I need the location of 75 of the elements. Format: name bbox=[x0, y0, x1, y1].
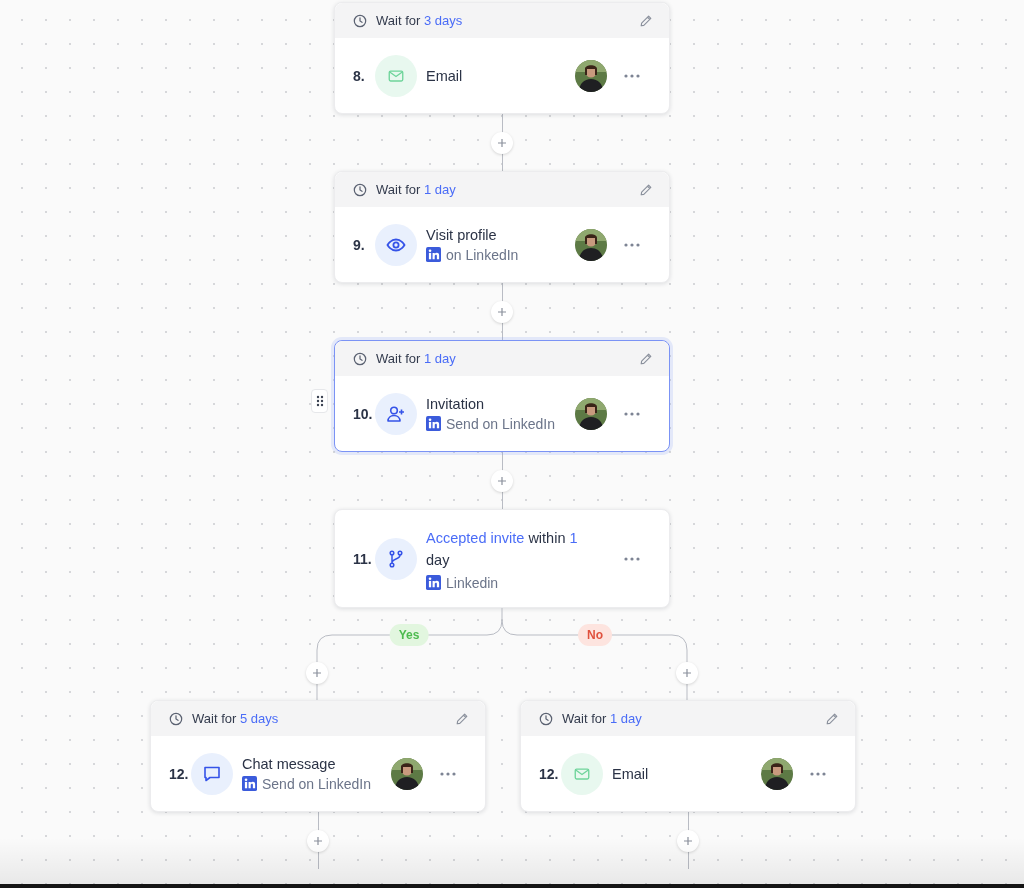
more-icon bbox=[624, 411, 640, 416]
add-step-button[interactable] bbox=[307, 829, 329, 852]
add-step-button[interactable] bbox=[491, 131, 513, 154]
step-title: Accepted invite within 1 day bbox=[426, 528, 579, 570]
linkedin-icon bbox=[426, 247, 441, 262]
wait-text: Wait for 1 day bbox=[562, 711, 643, 726]
avatar bbox=[575, 397, 607, 430]
more-icon bbox=[624, 73, 640, 78]
more-icon bbox=[810, 771, 826, 776]
step-number: 12. bbox=[539, 765, 559, 782]
plus-icon bbox=[313, 835, 323, 846]
clock-icon bbox=[353, 182, 367, 197]
add-step-button[interactable] bbox=[677, 829, 699, 852]
step-card[interactable]: Wait for 1 day 9. Visit profile on LinkedIn bbox=[334, 171, 670, 283]
plus-icon bbox=[683, 835, 693, 846]
step-title: Chat message bbox=[242, 755, 337, 772]
step-number: 8. bbox=[353, 67, 366, 84]
branch-label: No bbox=[578, 624, 612, 646]
more-icon bbox=[624, 556, 640, 561]
step-number: 9. bbox=[353, 236, 366, 253]
edit-button[interactable] bbox=[825, 711, 839, 726]
step-title: Email bbox=[612, 765, 650, 782]
clock-icon bbox=[353, 13, 367, 28]
step-card[interactable]: Wait for 1 day 12. Email bbox=[520, 700, 856, 812]
step-subtitle: Linkedin bbox=[446, 574, 499, 591]
linkedin-icon bbox=[426, 575, 441, 590]
pencil-icon bbox=[639, 13, 653, 28]
plus-icon bbox=[312, 668, 322, 678]
step-subtitle: on LinkedIn bbox=[446, 246, 519, 263]
edit-button[interactable] bbox=[639, 13, 653, 28]
avatar bbox=[391, 757, 423, 790]
add-step-button[interactable] bbox=[491, 469, 513, 492]
clock-icon bbox=[539, 711, 553, 726]
add-step-button[interactable] bbox=[306, 662, 328, 684]
step-card[interactable]: 11. Accepted invite within 1 day Linkedin bbox=[334, 509, 670, 608]
step-title: Visit profile bbox=[426, 226, 498, 243]
drag-handle[interactable] bbox=[311, 389, 328, 413]
plus-icon bbox=[497, 137, 507, 148]
step-title: Email bbox=[426, 67, 464, 84]
linkedin-icon bbox=[242, 776, 257, 791]
step-subtitle: Send on LinkedIn bbox=[446, 415, 555, 432]
pencil-icon bbox=[825, 711, 839, 726]
clock-icon bbox=[353, 351, 367, 366]
linkedin-icon bbox=[426, 416, 441, 431]
add-step-button[interactable] bbox=[491, 300, 513, 323]
wait-text: Wait for 5 days bbox=[192, 711, 280, 726]
add-step-button[interactable] bbox=[676, 662, 698, 684]
step-card[interactable]: Wait for 5 days 12. Chat message Send on LinkedIn bbox=[150, 700, 486, 812]
wait-text: Wait for 1 day bbox=[376, 182, 457, 197]
more-icon bbox=[624, 242, 640, 247]
pencil-icon bbox=[639, 182, 653, 197]
avatar bbox=[575, 59, 607, 92]
add-user-icon bbox=[386, 403, 406, 424]
plus-icon bbox=[497, 475, 507, 486]
step-number: 12. bbox=[169, 765, 189, 782]
edit-button[interactable] bbox=[639, 182, 653, 197]
step-number: 11. bbox=[353, 550, 373, 567]
edit-button[interactable] bbox=[455, 711, 469, 726]
pencil-icon bbox=[455, 711, 469, 726]
more-icon bbox=[440, 771, 456, 776]
step-title: Invitation bbox=[426, 395, 486, 412]
avatar bbox=[761, 757, 793, 790]
pencil-icon bbox=[639, 351, 653, 366]
wait-text: Wait for 1 day bbox=[376, 351, 457, 366]
plus-icon bbox=[497, 306, 507, 317]
wait-text: Wait for 3 days bbox=[376, 13, 464, 28]
clock-icon bbox=[169, 711, 183, 726]
edit-button[interactable] bbox=[639, 351, 653, 366]
plus-icon bbox=[682, 668, 692, 678]
branch-label: Yes bbox=[389, 624, 429, 646]
avatar bbox=[575, 228, 607, 261]
drag-handle-icon bbox=[315, 395, 324, 407]
step-subtitle: Send on LinkedIn bbox=[262, 775, 371, 792]
step-card[interactable]: Wait for 3 days 8. Email bbox=[334, 2, 670, 114]
step-number: 10. bbox=[353, 405, 373, 422]
